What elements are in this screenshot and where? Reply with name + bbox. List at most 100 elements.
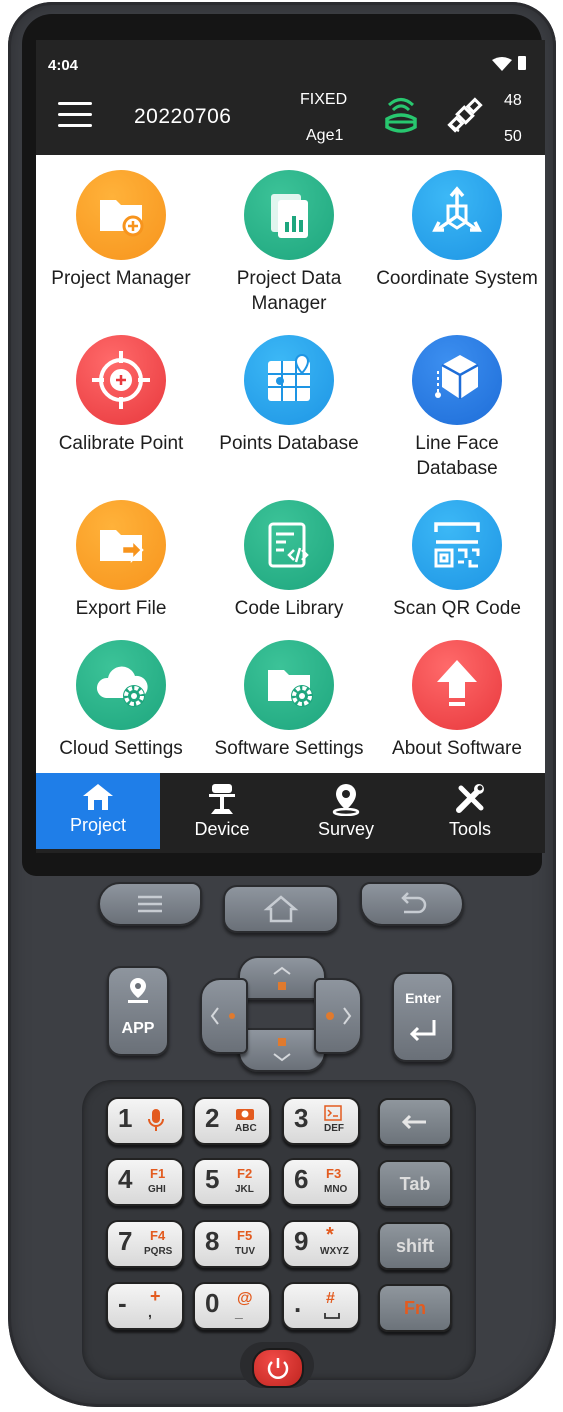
nav-label: Device — [194, 819, 250, 839]
cloud-gear-icon — [76, 640, 166, 730]
qr-scan-icon — [412, 500, 502, 590]
key-main: 0 — [205, 1288, 220, 1318]
nav-project[interactable]: Project — [36, 773, 160, 849]
key-0[interactable]: 0 @ _ — [193, 1282, 271, 1330]
tile-scan-qr-code[interactable]: Scan QR Code — [372, 500, 542, 621]
tile-label: Line Face Database — [415, 433, 499, 479]
hardware-back-key[interactable] — [360, 882, 464, 926]
status-bar: 4:04 20220706 FIXED Age1 48 50 — [36, 40, 545, 155]
key-5[interactable]: 5 F2 JKL — [193, 1158, 271, 1206]
differential-age: Age1 — [306, 127, 344, 144]
folder-gear-icon — [244, 640, 334, 730]
key-main: . — [294, 1288, 302, 1318]
key-sub: DEF — [324, 1123, 344, 1134]
key-sub: JKL — [235, 1184, 254, 1195]
key-main: 9 — [294, 1226, 309, 1256]
chevron-left-icon — [210, 1007, 235, 1025]
project-name[interactable]: 20220706 — [134, 105, 231, 129]
key-sub: ABC — [235, 1123, 257, 1134]
hardware-menu-key[interactable] — [98, 882, 202, 926]
key-fn: F5 — [237, 1228, 253, 1243]
folder-add-icon — [76, 170, 166, 260]
dpad-left[interactable] — [200, 978, 248, 1054]
location-pin-icon — [128, 978, 148, 1003]
key-main: 5 — [205, 1164, 220, 1194]
back-icon — [401, 892, 427, 914]
tile-points-database[interactable]: Points Database — [204, 335, 374, 456]
menu-icon[interactable] — [58, 102, 92, 128]
gnss-receiver-icon[interactable] — [382, 95, 420, 135]
key-main: 4 — [118, 1164, 133, 1194]
key-9[interactable]: 9 * WXYZ — [282, 1220, 360, 1268]
satellite-icon[interactable] — [445, 95, 485, 135]
nav-label: Survey — [317, 819, 375, 839]
tab-key[interactable]: Tab — [378, 1160, 452, 1208]
data-chart-icon — [244, 170, 334, 260]
tile-label: Project Data Manager — [236, 268, 342, 314]
location-pin-icon — [332, 784, 360, 816]
tile-project-manager[interactable]: Project Manager — [36, 170, 206, 291]
tile-project-data-manager[interactable]: Project Data Manager — [204, 170, 374, 316]
shift-key[interactable]: shift — [378, 1222, 452, 1270]
space-icon — [324, 1313, 340, 1319]
key-sub: GHI — [148, 1184, 166, 1195]
tile-calibrate-point[interactable]: Calibrate Point — [36, 335, 206, 456]
key-main: 7 — [118, 1226, 133, 1256]
tile-coordinate-system[interactable]: Coordinate System — [372, 170, 542, 291]
tile-cloud-settings[interactable]: Cloud Settings — [36, 640, 206, 761]
clock: 4:04 — [48, 57, 79, 74]
dpad-right[interactable] — [314, 978, 362, 1054]
key-dot[interactable]: . # — [282, 1282, 360, 1330]
rover-pole-icon — [209, 784, 235, 814]
key-2[interactable]: 2 ABC — [193, 1097, 271, 1145]
key-3[interactable]: 3 DEF — [282, 1097, 360, 1145]
tile-label: Export File — [75, 598, 167, 619]
key-1[interactable]: 1 — [106, 1097, 184, 1145]
tile-label: Scan QR Code — [393, 598, 521, 619]
tile-code-library[interactable]: Code Library — [204, 500, 374, 621]
key-main: 2 — [205, 1103, 220, 1133]
key-fn: F2 — [237, 1166, 253, 1181]
key-4[interactable]: 4 F1 GHI — [106, 1158, 184, 1206]
app-key-label: APP — [121, 1020, 155, 1037]
key-main: 1 — [118, 1103, 133, 1133]
tile-about-software[interactable]: About Software — [372, 640, 542, 761]
fn-key[interactable]: Fn — [378, 1284, 452, 1332]
tile-label: About Software — [392, 738, 522, 759]
tile-export-file[interactable]: Export File — [36, 500, 206, 621]
tile-software-settings[interactable]: Software Settings — [204, 640, 374, 761]
tile-label: Cloud Settings — [59, 738, 183, 759]
folder-export-icon — [76, 500, 166, 590]
key-fn: * — [326, 1224, 334, 1246]
crosshair-icon — [76, 335, 166, 425]
key-8[interactable]: 8 F5 TUV — [193, 1220, 271, 1268]
key-minus[interactable]: - + , — [106, 1282, 184, 1330]
nav-tools[interactable]: Tools — [408, 773, 532, 849]
wifi-icon — [492, 57, 512, 71]
bottom-nav: Project Device Survey Tools — [36, 773, 545, 853]
key-6[interactable]: 6 F3 MNO — [282, 1158, 360, 1206]
tile-label: Coordinate System — [376, 268, 538, 289]
nav-device[interactable]: Device — [160, 773, 284, 849]
enter-key[interactable]: Enter — [392, 972, 454, 1062]
chevron-right-icon — [326, 1007, 352, 1025]
menu-icon — [138, 895, 162, 913]
backspace-key[interactable] — [378, 1098, 452, 1146]
enter-icon — [409, 1020, 436, 1042]
dpad-down[interactable] — [238, 1028, 326, 1072]
dpad-up[interactable] — [238, 956, 326, 1000]
key-fn: F4 — [150, 1228, 166, 1243]
hardware-home-key[interactable] — [223, 885, 339, 933]
home-icon — [83, 784, 113, 810]
terminal-icon — [324, 1105, 342, 1121]
key-7[interactable]: 7 F4 PQRS — [106, 1220, 184, 1268]
key-sub: _ — [235, 1304, 243, 1320]
power-button[interactable] — [252, 1348, 304, 1388]
app-key[interactable]: APP — [107, 966, 169, 1056]
key-sub: MNO — [324, 1184, 348, 1195]
nav-survey[interactable]: Survey — [284, 773, 408, 849]
tile-line-face-database[interactable]: Line Face Database — [372, 335, 542, 481]
power-icon — [267, 1358, 289, 1379]
tile-label: Points Database — [219, 433, 359, 454]
nav-label: Tools — [448, 819, 492, 839]
